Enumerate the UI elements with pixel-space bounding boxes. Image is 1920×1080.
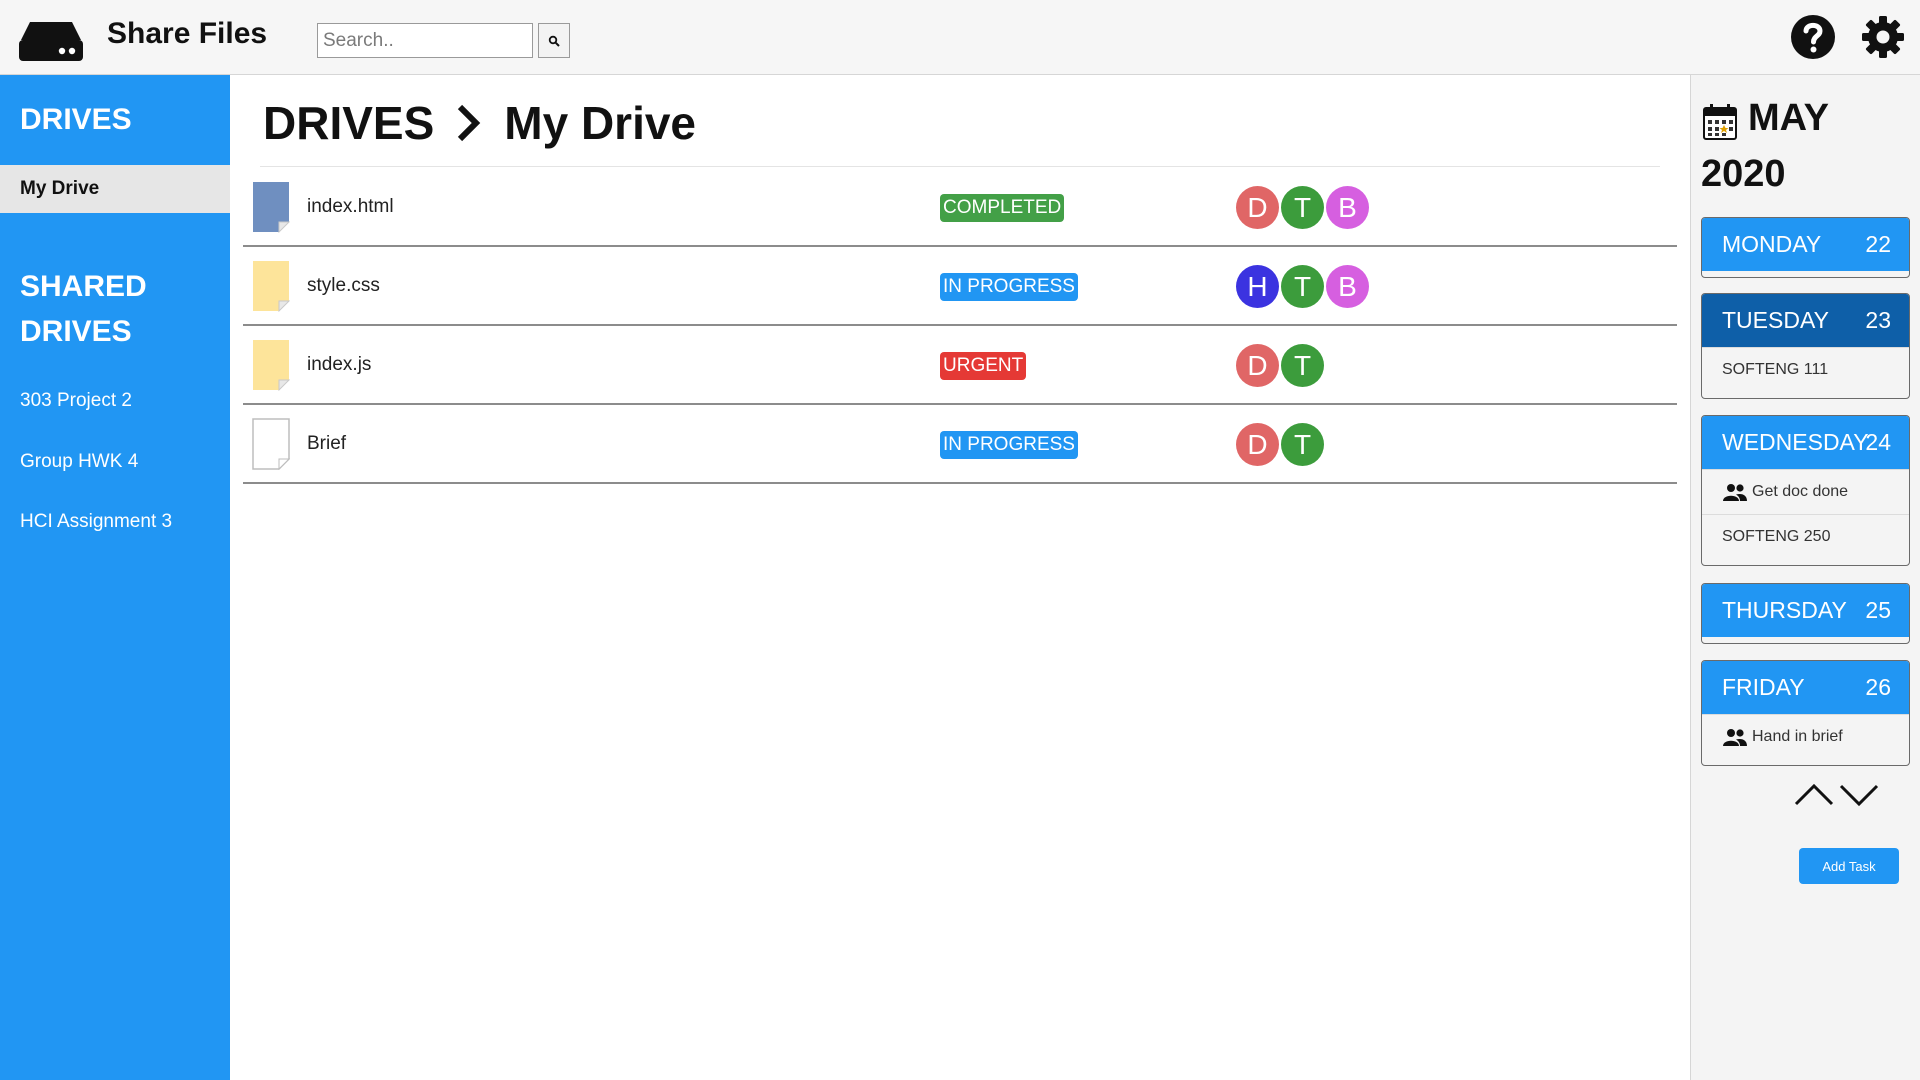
file-row[interactable]: style.css IN PROGRESS H T B: [243, 247, 1677, 326]
file-icon: [252, 418, 290, 470]
day-date: 25: [1865, 597, 1891, 623]
file-name[interactable]: style.css: [307, 275, 380, 297]
top-bar: Share Files: [0, 0, 1920, 75]
file-icon: [253, 182, 290, 233]
status-badge: IN PROGRESS: [940, 431, 1078, 459]
status-badge: IN PROGRESS: [940, 273, 1078, 301]
day-name: FRIDAY: [1722, 674, 1805, 700]
gear-icon[interactable]: [1860, 14, 1906, 60]
shared-drives-heading: SHARED DRIVES: [20, 270, 147, 348]
breadcrumb: DRIVES My Drive: [263, 96, 696, 150]
app: Share Files DRIVES: [0, 0, 1920, 1080]
day-date: 26: [1865, 674, 1891, 700]
chevron-down-icon[interactable]: [1839, 783, 1879, 807]
calendar-task-label: Hand in brief: [1752, 728, 1843, 745]
day-card-monday[interactable]: MONDAY 22: [1701, 217, 1910, 278]
status-badge: URGENT: [940, 352, 1027, 380]
day-name: MONDAY: [1722, 231, 1822, 257]
day-date: 24: [1865, 429, 1891, 455]
day-card-thursday[interactable]: THURSDAY 25: [1701, 583, 1910, 644]
file-name[interactable]: Brief: [307, 433, 346, 455]
avatar[interactable]: T: [1281, 186, 1324, 229]
search-input[interactable]: [317, 23, 533, 58]
day-header[interactable]: WEDNESDAY 24: [1702, 416, 1909, 469]
drives-heading: DRIVES: [20, 103, 132, 136]
day-header[interactable]: MONDAY 22: [1702, 218, 1909, 271]
calendar-task[interactable]: SOFTENG 250: [1702, 514, 1909, 559]
people-icon: [1723, 484, 1747, 501]
sidebar-item-my-drive[interactable]: My Drive: [0, 165, 230, 213]
avatar[interactable]: T: [1281, 423, 1324, 466]
day-card-wednesday[interactable]: WEDNESDAY 24 Get doc done SOFTENG 250: [1701, 415, 1910, 566]
calendar-task[interactable]: Get doc done: [1702, 469, 1909, 514]
day-name: TUESDAY: [1722, 307, 1829, 333]
sidebar-item-label: My Drive: [20, 178, 100, 199]
day-card-friday[interactable]: FRIDAY 26 Hand in brief: [1701, 660, 1910, 766]
calendar-year: 2020: [1701, 153, 1786, 195]
file-name[interactable]: index.js: [307, 354, 371, 376]
calendar-panel: MAY 2020 MONDAY 22 TUESDAY 23 SOFTENG 111 WED…: [1690, 75, 1920, 1080]
file-row[interactable]: Brief IN PROGRESS D T: [243, 405, 1677, 484]
avatar[interactable]: D: [1236, 344, 1279, 387]
sidebar-item-hci-assignment-3[interactable]: HCI Assignment 3: [20, 511, 172, 533]
file-row[interactable]: index.html COMPLETED D T B: [243, 168, 1677, 247]
day-header[interactable]: THURSDAY 25: [1702, 584, 1909, 637]
people-icon: [1723, 729, 1747, 746]
breadcrumb-current: My Drive: [504, 97, 697, 149]
day-name: WEDNESDAY: [1722, 429, 1869, 455]
avatar[interactable]: B: [1326, 265, 1369, 308]
day-date: 22: [1865, 231, 1891, 257]
day-header[interactable]: TUESDAY 23: [1702, 294, 1909, 347]
calendar-month: MAY: [1748, 97, 1829, 139]
avatar[interactable]: D: [1236, 423, 1279, 466]
day-header[interactable]: FRIDAY 26: [1702, 661, 1909, 714]
day-name: THURSDAY: [1722, 597, 1847, 623]
calendar-task-label: Get doc done: [1752, 483, 1849, 500]
chevron-right-icon: [458, 104, 481, 142]
drive-logo-icon[interactable]: [18, 20, 84, 63]
avatar[interactable]: D: [1236, 186, 1279, 229]
calendar-task[interactable]: SOFTENG 111: [1702, 347, 1909, 392]
file-row[interactable]: index.js URGENT D T: [243, 326, 1677, 405]
file-icon: [253, 340, 290, 391]
avatar[interactable]: T: [1281, 344, 1324, 387]
chevron-up-icon[interactable]: [1794, 783, 1834, 807]
sidebar-item-group-hwk-4[interactable]: Group HWK 4: [20, 451, 138, 473]
app-title: Share Files: [107, 17, 268, 50]
avatar[interactable]: B: [1326, 186, 1369, 229]
sidebar-item-303-project-2[interactable]: 303 Project 2: [20, 390, 132, 412]
calendar-task-label: SOFTENG 111: [1722, 361, 1829, 378]
status-badge: COMPLETED: [940, 194, 1065, 222]
sidebar: DRIVES My Drive SHARED DRIVES 303 Projec…: [0, 75, 230, 1080]
divider: [260, 166, 1660, 167]
avatar[interactable]: H: [1236, 265, 1279, 308]
avatar[interactable]: T: [1281, 265, 1324, 308]
calendar-task-label: SOFTENG 250: [1722, 528, 1831, 545]
file-name[interactable]: index.html: [307, 196, 394, 218]
help-icon[interactable]: [1790, 14, 1836, 60]
search-icon: [548, 35, 560, 47]
search-button[interactable]: [538, 23, 570, 58]
day-card-tuesday[interactable]: TUESDAY 23 SOFTENG 111: [1701, 293, 1910, 399]
day-date: 23: [1865, 307, 1891, 333]
file-icon: [253, 261, 290, 312]
calendar-task[interactable]: Hand in brief: [1702, 714, 1909, 759]
calendar-icon: [1703, 104, 1737, 140]
breadcrumb-root[interactable]: DRIVES: [263, 96, 434, 150]
add-task-button[interactable]: Add Task: [1799, 848, 1899, 884]
